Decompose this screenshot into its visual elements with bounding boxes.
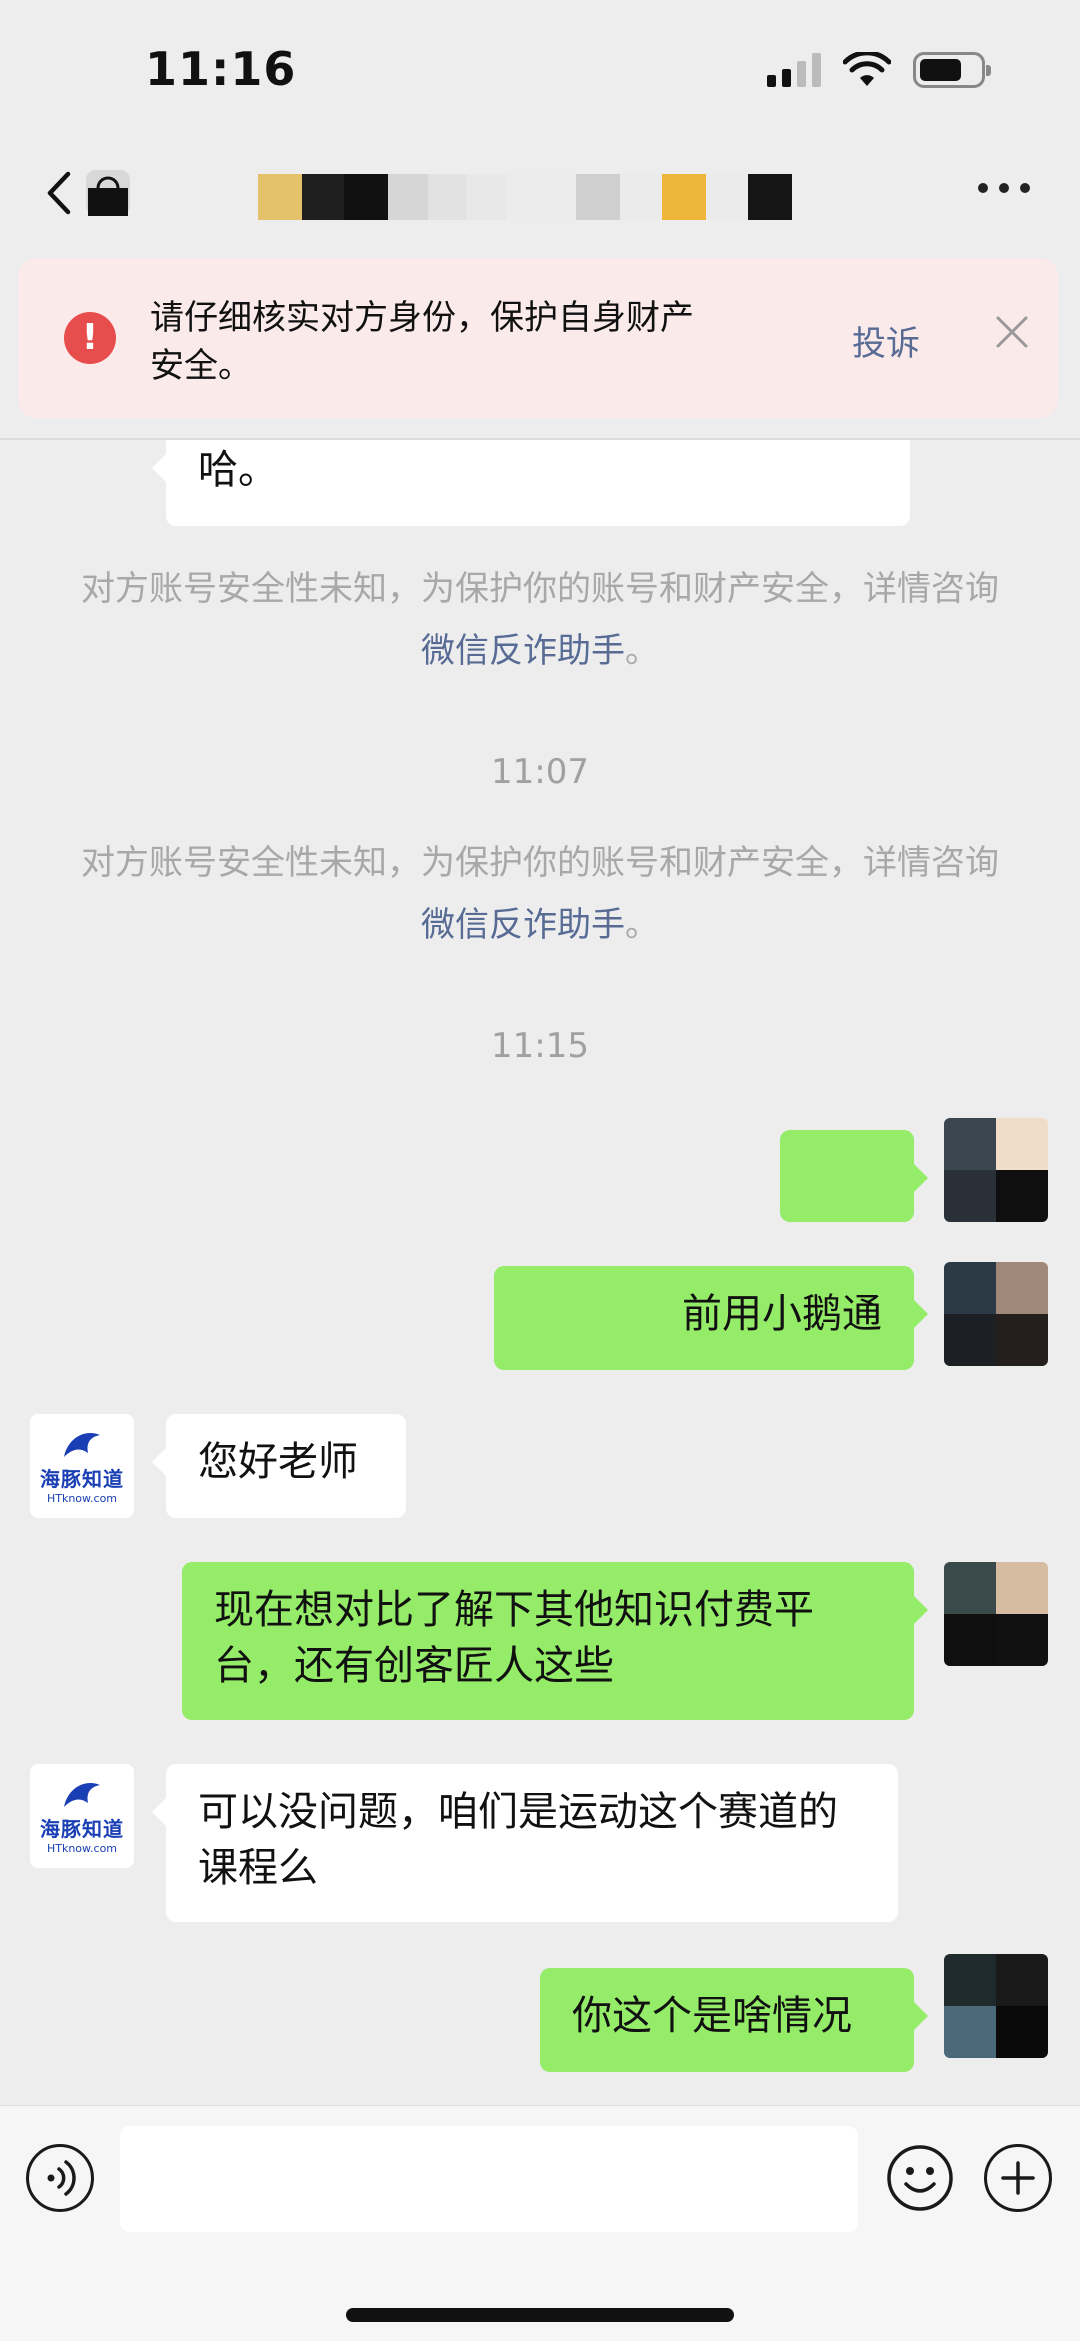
logo-subtext: HTknow.com (46, 1492, 118, 1505)
logo-text: 海豚知道 (40, 1817, 124, 1841)
message-bubble-incoming[interactable]: 哈。 (152, 440, 910, 526)
back-chevron-icon[interactable] (40, 168, 80, 218)
anti-fraud-assistant-link[interactable]: 微信反诈助手 (421, 905, 625, 945)
more-functions-button[interactable] (984, 2144, 1052, 2212)
message-text: 您好老师 (198, 1439, 358, 1485)
status-time: 11:16 (145, 42, 297, 96)
dolphin-logo-icon (64, 1433, 100, 1457)
message-bubble-outgoing[interactable]: 前用小鹅通 (494, 1266, 928, 1370)
message-text: 前用小鹅通 (682, 1291, 882, 1337)
message-bubble-incoming[interactable]: 您好老师 (152, 1414, 406, 1518)
user-avatar[interactable] (944, 1562, 1048, 1666)
contact-name-redacted (258, 174, 792, 220)
contact-avatar[interactable]: 海豚知道 HTknow.com (30, 1414, 134, 1518)
close-icon[interactable] (992, 312, 1032, 352)
logo-subtext: HTknow.com (46, 1842, 118, 1855)
message-text: 现在想对比了解下其他知识付费平台，还有创客匠人这些 (214, 1587, 814, 1689)
wifi-icon (843, 52, 891, 86)
more-options-icon[interactable] (978, 178, 1030, 198)
system-notice: 对方账号安全性未知，为保护你的账号和财产安全，详情咨询微信反诈助手。 (81, 843, 999, 945)
message-text-input[interactable] (120, 2126, 858, 2232)
timestamp: 11:07 (491, 752, 589, 792)
message-text: 哈。 (198, 447, 278, 493)
user-avatar[interactable] (944, 1954, 1048, 2058)
voice-icon (47, 2160, 76, 2196)
message-bubble-outgoing[interactable]: 现在想对比了解下其他知识付费平台，还有创客匠人这些 (182, 1562, 928, 1720)
message-input-bar (0, 2105, 1080, 2341)
contact-avatar-icon (86, 170, 130, 216)
cellular-signal-icon (767, 53, 821, 87)
emoji-button[interactable] (886, 2144, 954, 2212)
status-icons (767, 52, 991, 88)
status-bar: 11:16 (0, 0, 1080, 140)
message-text: 你这个是啥情况 (572, 1993, 852, 2039)
logo-text: 海豚知道 (40, 1467, 124, 1491)
message-bubble-outgoing[interactable]: 你这个是啥情况 (540, 1968, 928, 2072)
timestamp: 11:15 (491, 1026, 589, 1066)
message-bubble-outgoing[interactable] (780, 1130, 928, 1222)
contact-avatar[interactable]: 海豚知道 HTknow.com (30, 1764, 134, 1868)
battery-icon (913, 52, 991, 88)
chat-message-list[interactable]: 哈。 对方账号安全性未知，为保护你的账号和财产安全，详情咨询微信反诈助手。 11… (0, 440, 1080, 2105)
message-bubble-incoming[interactable]: 可以没问题，咱们是运动这个赛道的课程么 (152, 1764, 898, 1922)
user-avatar[interactable] (944, 1118, 1048, 1222)
warning-text: 请仔细核实对方身份，保护自身财产安全。 (150, 298, 694, 386)
user-avatar[interactable] (944, 1262, 1048, 1366)
system-notice: 对方账号安全性未知，为保护你的账号和财产安全，详情咨询微信反诈助手。 (81, 569, 999, 671)
dolphin-logo-icon (64, 1783, 100, 1807)
exclamation-circle-icon: ! (64, 312, 116, 364)
home-indicator (346, 2308, 734, 2322)
security-warning-banner: ! 请仔细核实对方身份，保护自身财产安全。 投诉 (18, 258, 1058, 418)
report-link[interactable]: 投诉 (852, 316, 920, 365)
message-text: 可以没问题，咱们是运动这个赛道的课程么 (198, 1789, 838, 1891)
plus-icon (1001, 2161, 1035, 2195)
anti-fraud-assistant-link[interactable]: 微信反诈助手 (421, 631, 625, 671)
chat-header (0, 140, 1080, 250)
voice-input-button[interactable] (26, 2144, 94, 2212)
